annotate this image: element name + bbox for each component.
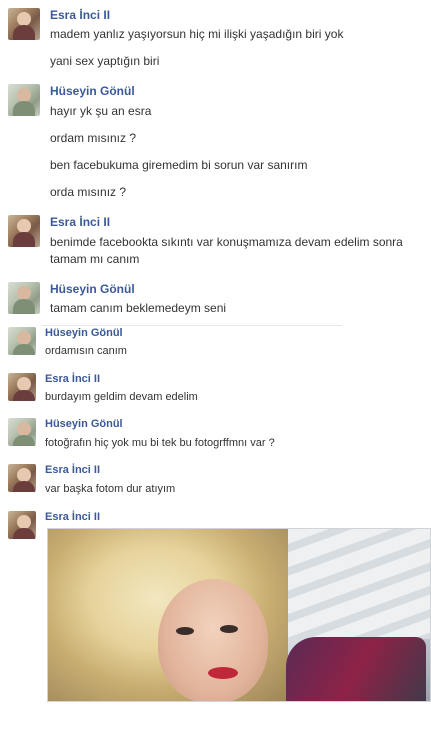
photo-eye <box>220 625 238 633</box>
message-text: yani sex yaptığın biri <box>50 54 160 68</box>
photo-face <box>158 579 268 701</box>
shared-photo[interactable] <box>47 528 431 702</box>
sender-name[interactable]: Esra İnci II <box>50 215 110 229</box>
message-text: hayır yk şu an esra <box>50 104 152 118</box>
message-text: fotoğrafın hiç yok mu bi tek bu fotogrff… <box>45 437 275 449</box>
avatar[interactable] <box>8 8 40 40</box>
photo-eye <box>176 627 194 635</box>
message-text: burdayım geldim devam edelim <box>45 391 198 403</box>
message-text: orda mısınız ? <box>50 185 127 199</box>
sender-name[interactable]: Hüseyin Gönül <box>45 418 123 430</box>
divider <box>42 325 342 326</box>
avatar[interactable] <box>8 282 40 314</box>
sender-name[interactable]: Esra İnci II <box>50 8 110 22</box>
message-text: var başka fotom dur atıyım <box>45 483 176 495</box>
photo-background <box>288 529 430 639</box>
avatar[interactable] <box>8 418 36 446</box>
avatar[interactable] <box>8 373 36 401</box>
message-text: madem yanlız yaşıyorsun hiç mi ilişki ya… <box>50 27 344 41</box>
sender-name[interactable]: Hüseyin Gönül <box>50 84 135 98</box>
message-text: benimde facebookta sıkıntı var konuşmamı… <box>50 235 403 249</box>
message-text: ben facebukuma giremedim bi sorun var sa… <box>50 158 308 172</box>
message-text: tamam mı canım <box>50 252 140 266</box>
sender-name[interactable]: Hüseyin Gönül <box>45 327 123 339</box>
avatar[interactable] <box>8 464 36 492</box>
message-text: ordam mısınız ? <box>50 131 137 145</box>
message-text: tamam canım beklemedeym seni <box>50 301 227 315</box>
message-text: ordamısın canım <box>45 345 127 357</box>
avatar[interactable] <box>8 511 36 539</box>
avatar[interactable] <box>8 215 40 247</box>
avatar[interactable] <box>8 327 36 355</box>
sender-name[interactable]: Esra İnci II <box>45 373 100 385</box>
photo-shirt <box>286 637 426 701</box>
sender-name[interactable]: Esra İnci II <box>45 464 100 476</box>
avatar[interactable] <box>8 84 40 116</box>
sender-name[interactable]: Hüseyin Gönül <box>50 282 135 296</box>
photo-lips <box>208 667 238 679</box>
sender-name[interactable]: Esra İnci II <box>45 511 100 523</box>
